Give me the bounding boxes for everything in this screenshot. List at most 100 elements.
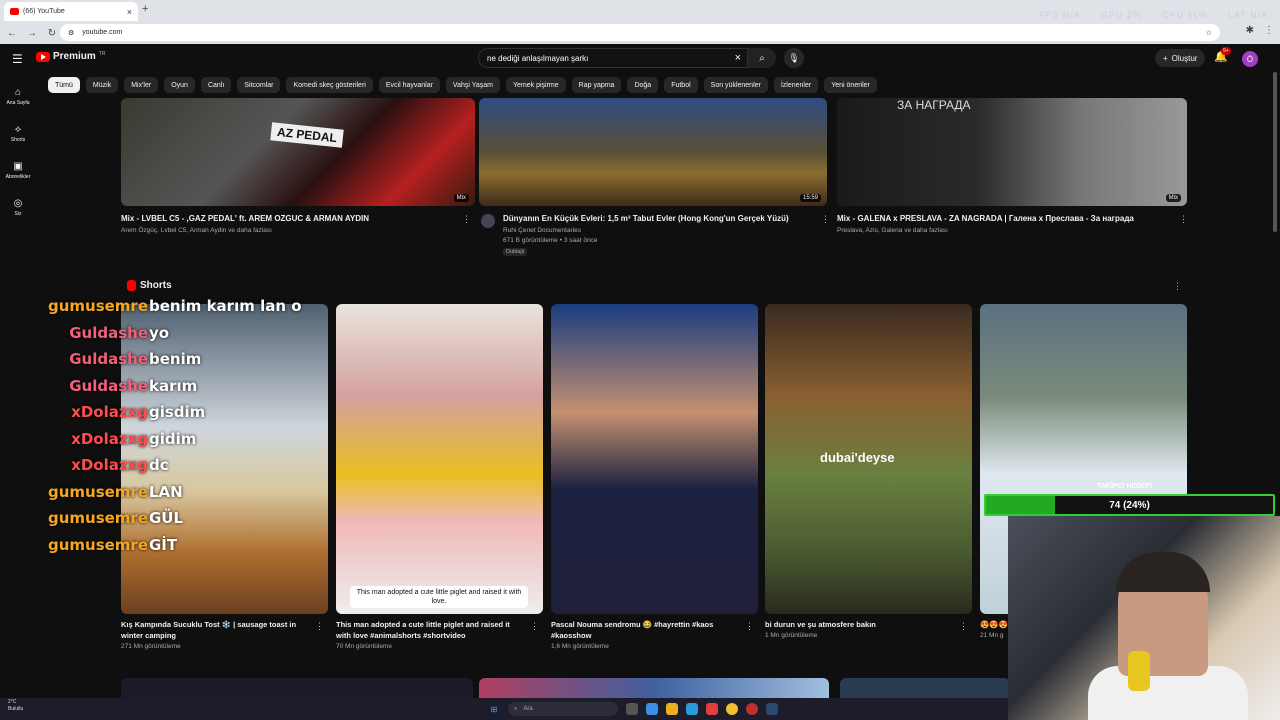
sidebar-item-subscriptions[interactable]: ▣ Abonelikler [0,152,36,189]
reload-icon[interactable]: ↻ [44,28,60,39]
chip[interactable]: Müzik [85,77,119,93]
browser-menu-icon[interactable]: ⋮ [1264,25,1274,36]
channel-name[interactable]: Ruhi Çenet Documentaries [503,227,581,234]
short-thumbnail[interactable]: This man adopted a cute little piglet an… [336,304,543,614]
taskbar-search[interactable]: ⌕ Ara [508,702,618,716]
chip[interactable]: Doğa [627,77,659,93]
video-thumbnail[interactable]: AZ PEDAL Mix [121,98,475,206]
more-options-icon[interactable]: ⋮ [315,621,324,632]
chip[interactable]: Rap yapma [571,77,622,93]
new-tab-icon[interactable]: + [142,3,148,15]
site-info-icon[interactable]: ⚙ [68,29,74,37]
notifications-bell-icon[interactable]: 🔔 9+ [1214,47,1231,63]
shorts-more-icon[interactable]: ⋮ [1173,281,1182,292]
sidebar-item-home[interactable]: ⌂ Ana Sayfa [0,78,36,115]
thumb-overlay-text: ЗА НАГРАДА [897,98,971,112]
app-icon[interactable] [746,703,758,715]
chat-username: gumusemre [47,535,148,554]
video-thumbnail[interactable]: 15:59 [479,98,827,206]
chip[interactable]: Yeni öneriler [824,77,877,93]
voice-search-button[interactable]: 🎙 [784,48,804,68]
notif-badge: 9+ [1221,47,1231,55]
app-icon[interactable] [706,703,718,715]
microphone-icon [1128,651,1150,691]
extensions-icon[interactable]: ✱ [1246,25,1254,36]
chat-message: Guldashe yo [36,320,302,347]
video-title[interactable]: Dünyanın En Küçük Evleri: 1,5 m³ Tabut E… [503,214,789,223]
back-icon[interactable]: ← [4,28,20,39]
chip[interactable]: Yemek pişirme [506,77,566,93]
video-title[interactable]: Mix - GALENA x PRESLAVA - ZA NAGRADA | Г… [837,214,1134,223]
more-options-icon[interactable]: ⋮ [959,621,968,632]
chat-message: xDolazxg dc [36,452,302,479]
more-options-icon[interactable]: ⋮ [745,621,754,632]
sidebar-item-you[interactable]: ◎ Siz [0,189,36,226]
clear-search-icon[interactable]: × [735,52,741,64]
video-thumbnail[interactable] [121,678,473,698]
short-title[interactable]: bi durun ve şu atmosfere bakın [765,619,945,630]
chip[interactable]: Futbol [664,77,698,93]
chip-all[interactable]: Tümü [48,77,80,93]
task-view-icon[interactable] [626,703,638,715]
address-bar[interactable]: ⚙ youtube.com ☆ [60,24,1220,41]
chat-text: GİT [149,535,178,554]
channel-avatar[interactable] [481,214,495,228]
file-explorer-icon[interactable] [666,703,678,715]
create-button[interactable]: + Oluştur [1155,49,1206,67]
windows-start-icon[interactable]: ⊞ [488,703,500,715]
webcam-overlay [1008,516,1280,720]
sidebar-item-label: Siz [14,211,22,217]
video-thumbnail[interactable]: ЗА НАГРАДА Mix [837,98,1187,206]
sidebar-item-shorts[interactable]: ⟡ Shorts [0,115,36,152]
video-thumbnail[interactable] [479,678,829,698]
chat-text: benim [149,350,202,368]
webcam-person-hair [1116,552,1210,592]
chat-username: Guldashe [69,376,148,395]
video-thumbnail[interactable] [840,678,1010,698]
search-button[interactable]: ⌕ [748,48,776,68]
short-title[interactable]: 😍😍😍 [980,619,1010,630]
chip[interactable]: Evcil hayvanlar [378,77,440,93]
forward-icon[interactable]: → [24,28,40,39]
more-options-icon[interactable]: ⋮ [462,214,471,225]
avatar[interactable]: Ö [1242,51,1258,67]
chip[interactable]: Canlı [200,77,232,93]
short-overlay-text: dubai'deyse [820,450,895,465]
chip[interactable]: Komedi skeç gösterileri [286,77,373,93]
browser-tab[interactable]: (66) YouTube × [4,2,138,21]
short-title[interactable]: Pascal Nouma sendromu 😂 #hayrettin #kaos… [551,619,731,641]
more-options-icon[interactable]: ⋮ [1179,214,1188,225]
goal-label: TAKİPÇİ HEDEFİ [1097,483,1153,490]
chip[interactable]: İzlenenler [773,77,819,93]
short-views: 1,6 Mn görüntüleme [551,643,609,650]
app-icon[interactable] [646,703,658,715]
windows-taskbar: 2°C Bulutlu ⊞ ⌕ Ara [0,698,1008,720]
chip[interactable]: Mix'ler [124,77,159,93]
chrome-icon[interactable] [726,703,738,715]
chat-text: dc [149,456,169,474]
weather-widget[interactable]: 2°C Bulutlu [8,699,23,713]
chat-text: gisdim [149,403,206,421]
search-input[interactable]: ne dediği anlaşılmayan şarkı × [478,48,748,68]
close-tab-icon[interactable]: × [127,7,132,17]
edge-icon[interactable] [686,703,698,715]
more-options-icon[interactable]: ⋮ [821,214,830,225]
chip[interactable]: Son yüklenenler [703,77,768,93]
short-thumbnail[interactable] [551,304,758,614]
thumb-overlay-text: AZ PEDAL [270,122,344,148]
short-title[interactable]: Kış Kampında Sucuklu Tost ❄️ | sausage t… [121,619,301,641]
bookmark-star-icon[interactable]: ☆ [1206,29,1212,37]
video-title[interactable]: Mix - LVBEL C5 - ,GAZ PEDAL' ft. AREM OZ… [121,214,369,223]
chat-text: LAN [149,482,183,501]
more-options-icon[interactable]: ⋮ [530,621,539,632]
menu-icon[interactable]: ☰ [12,52,23,66]
chip[interactable]: Vahşi Yaşam [445,77,500,93]
scrollbar[interactable] [1273,72,1277,232]
steam-icon[interactable] [766,703,778,715]
chip[interactable]: Oyun [164,77,195,93]
short-title[interactable]: This man adopted a cute little piglet an… [336,619,516,641]
youtube-logo[interactable]: Premium TR [36,51,105,62]
chat-message: Guldashe benim [36,346,302,373]
chip[interactable]: Sitcomlar [237,77,281,93]
short-thumbnail[interactable]: dubai'deyse [765,304,972,614]
